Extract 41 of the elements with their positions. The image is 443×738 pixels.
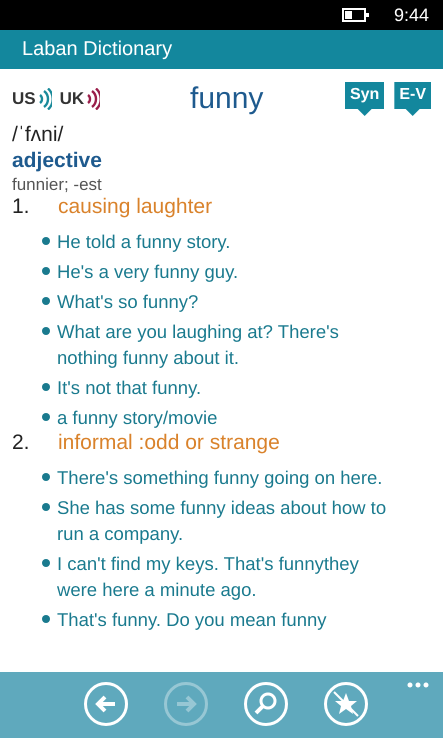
example-sentence: What are you laughing at? There's nothing funny about it. (57, 320, 340, 370)
bullet-icon (42, 503, 50, 511)
callout-button[interactable]: E-V (394, 82, 431, 116)
bullet-icon (42, 237, 50, 245)
example-sentence: I can't find my keys. That's funnythey were here a minute ago. (57, 552, 360, 602)
headword: funny (190, 82, 264, 116)
example-sentence: She has some funny ideas about how to run a company. (57, 496, 388, 546)
app-title: Laban Dictionary (22, 38, 172, 61)
bullet-icon (42, 327, 50, 335)
bullet-icon (42, 559, 50, 567)
clock-time: 9:44 (394, 4, 429, 26)
word-forms: funnier; -est (12, 175, 103, 195)
crossed-star-icon (332, 691, 358, 717)
app-bar-button[interactable] (84, 682, 128, 726)
example-sentence: He told a funny story. (57, 230, 230, 254)
sense-number: 1. (12, 195, 31, 219)
example-sentence: There's something funny going on here. (57, 466, 382, 490)
callout-button[interactable]: Syn (344, 82, 384, 116)
pronunciation-button[interactable]: US (12, 88, 52, 110)
more-options-icon[interactable] (407, 682, 429, 688)
bullet-icon (42, 383, 50, 391)
sense-number: 2. (12, 431, 31, 455)
bullet-icon (42, 297, 50, 305)
pronunciation-button[interactable]: UK (60, 88, 100, 110)
app-bar-button[interactable] (324, 682, 368, 726)
definition-text: causing laughter (58, 195, 212, 219)
part-of-speech: adjective (12, 149, 103, 173)
bullet-icon (42, 267, 50, 275)
definition-text: informal :odd or strange (58, 431, 280, 455)
example-sentence: He's a very funny guy. (57, 260, 238, 284)
bullet-icon (42, 615, 50, 623)
example-sentence: What's so funny? (57, 290, 198, 314)
example-sentence: a funny story/movie (57, 406, 218, 430)
bullet-icon (42, 473, 50, 481)
phonetic-text: /ˈfʌni/ (12, 123, 64, 147)
search-icon (252, 691, 278, 717)
app-bar-button[interactable] (244, 682, 288, 726)
bullet-icon (42, 413, 50, 421)
battery-icon (342, 8, 370, 22)
example-sentence: That's funny. Do you mean funny (57, 608, 327, 632)
example-sentence: It's not that funny. (57, 376, 202, 400)
